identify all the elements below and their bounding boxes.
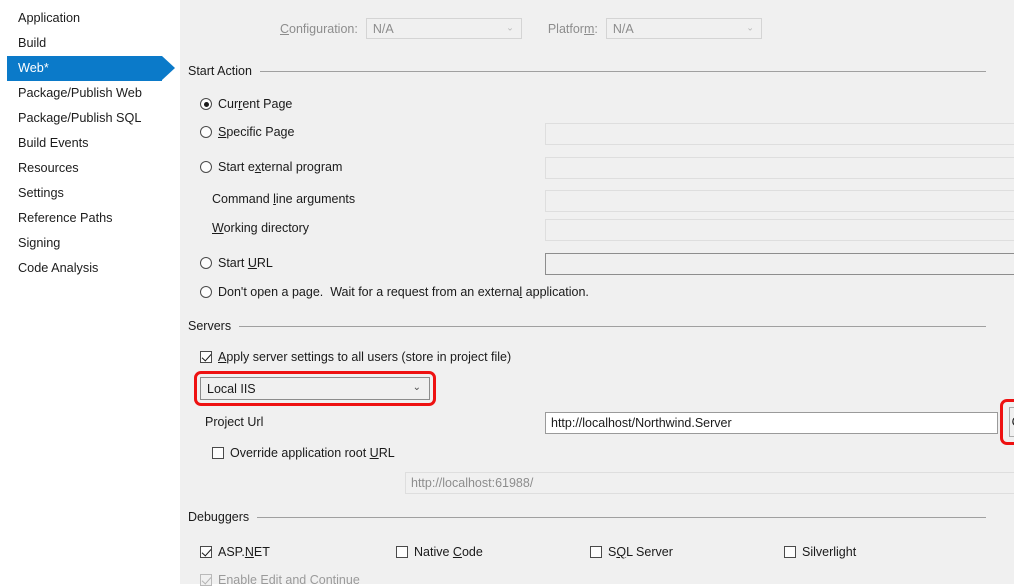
- group-divider: [257, 517, 986, 518]
- radio-dont-open-page[interactable]: Don't open a page. Wait for a request fr…: [200, 285, 589, 299]
- sidebar-item-label: Web*: [18, 61, 49, 75]
- radio-current-page[interactable]: Current Page: [200, 97, 292, 111]
- configuration-value: N/A: [373, 22, 394, 36]
- group-divider: [260, 71, 986, 72]
- sidebar-item-label: Settings: [18, 186, 64, 200]
- radio-current-page-label: Current Page: [218, 97, 292, 111]
- command-line-arguments-label: Command line arguments: [212, 192, 355, 206]
- radio-specific-page-label: Specific Page: [218, 125, 294, 139]
- sidebar-item-label: Application: [18, 11, 80, 25]
- working-directory-label: Working directory: [212, 221, 309, 235]
- sidebar-item-label: Reference Paths: [18, 211, 113, 225]
- servers-group-header: Servers: [188, 319, 986, 333]
- radio-indicator-icon: [200, 126, 212, 138]
- project-properties-window: Application Build Web* Package/Publish W…: [0, 0, 1014, 584]
- command-line-arguments-input[interactable]: [545, 190, 1014, 212]
- external-program-input[interactable]: [545, 157, 1014, 179]
- configuration-select[interactable]: N/A ⌄: [366, 18, 522, 39]
- radio-specific-page[interactable]: Specific Page: [200, 125, 294, 139]
- project-url-input[interactable]: http://localhost/Northwind.Server: [545, 412, 998, 434]
- checkbox-indicator-icon: [590, 546, 602, 558]
- checkbox-apply-server-settings[interactable]: Apply server settings to all users (stor…: [200, 350, 511, 364]
- platform-value: N/A: [613, 22, 634, 36]
- checkbox-native-code-debugger[interactable]: Native Code: [396, 545, 483, 559]
- servers-title: Servers: [188, 319, 231, 333]
- checkbox-indicator-icon: [200, 351, 212, 363]
- radio-dont-open-page-label: Don't open a page. Wait for a request fr…: [218, 285, 589, 299]
- checkbox-indicator-icon: [200, 574, 212, 586]
- platform-label: Platform:: [548, 22, 598, 36]
- category-sidebar: Application Build Web* Package/Publish W…: [0, 0, 180, 584]
- checkbox-override-root-url[interactable]: Override application root URL: [212, 446, 395, 460]
- start-action-title: Start Action: [188, 64, 252, 78]
- checkbox-aspnet-debugger[interactable]: ASP.NET: [200, 545, 270, 559]
- chevron-down-icon: ⌄: [506, 22, 514, 33]
- sidebar-item-label: Package/Publish Web: [18, 86, 142, 100]
- sidebar-item-label: Signing: [18, 236, 60, 250]
- sidebar-item-package-publish-sql[interactable]: Package/Publish SQL: [0, 106, 180, 131]
- sidebar-item-label: Code Analysis: [18, 261, 98, 275]
- start-url-input[interactable]: [545, 253, 1014, 275]
- apply-server-settings-label: Apply server settings to all users (stor…: [218, 350, 511, 364]
- sidebar-item-build[interactable]: Build: [0, 31, 180, 56]
- radio-start-external-program[interactable]: Start external program: [200, 160, 342, 174]
- specific-page-input[interactable]: [545, 123, 1014, 145]
- working-directory-row: Working directory: [212, 221, 309, 235]
- project-url-row: Project Url: [205, 415, 263, 429]
- working-directory-input[interactable]: [545, 219, 1014, 241]
- sidebar-item-label: Build: [18, 36, 46, 50]
- web-settings-panel: Configuration: N/A ⌄ Platform: N/A ⌄ Sta…: [180, 0, 1014, 584]
- sidebar-item-web[interactable]: Web*: [0, 56, 180, 81]
- chevron-down-icon: ⌄: [746, 22, 754, 33]
- sidebar-item-application[interactable]: Application: [0, 6, 180, 31]
- radio-indicator-icon: [200, 161, 212, 173]
- configuration-label: Configuration:: [280, 22, 358, 36]
- radio-start-url-label: Start URL: [218, 256, 273, 270]
- sidebar-item-package-publish-web[interactable]: Package/Publish Web: [0, 81, 180, 106]
- radio-indicator-icon: [200, 98, 212, 110]
- radio-start-external-program-label: Start external program: [218, 160, 342, 174]
- configuration-toolbar: Configuration: N/A ⌄ Platform: N/A ⌄: [280, 18, 762, 39]
- sidebar-item-label: Build Events: [18, 136, 89, 150]
- start-action-group-header: Start Action: [188, 64, 986, 78]
- radio-start-url[interactable]: Start URL: [200, 256, 273, 270]
- sidebar-item-signing[interactable]: Signing: [0, 231, 180, 256]
- checkbox-indicator-icon: [784, 546, 796, 558]
- group-divider: [239, 326, 986, 327]
- chevron-down-icon: ⌄: [413, 382, 421, 393]
- enable-edit-and-continue-label: Enable Edit and Continue: [218, 573, 360, 587]
- sidebar-item-reference-paths[interactable]: Reference Paths: [0, 206, 180, 231]
- override-root-url-label: Override application root URL: [230, 446, 395, 460]
- checkbox-indicator-icon: [200, 546, 212, 558]
- server-type-value: Local IIS: [207, 382, 256, 396]
- debuggers-title: Debuggers: [188, 510, 249, 524]
- create-virtual-directory-button[interactable]: Create Virtual Directory: [1009, 407, 1014, 437]
- radio-indicator-icon: [200, 257, 212, 269]
- project-url-label: Project Url: [205, 415, 263, 429]
- sidebar-selection-arrow-icon: [162, 56, 175, 80]
- native-code-debugger-label: Native Code: [414, 545, 483, 559]
- checkbox-sql-server-debugger[interactable]: SQL Server: [590, 545, 673, 559]
- debuggers-group-header: Debuggers: [188, 510, 986, 524]
- checkbox-indicator-icon: [396, 546, 408, 558]
- sidebar-item-code-analysis[interactable]: Code Analysis: [0, 256, 180, 281]
- checkbox-silverlight-debugger[interactable]: Silverlight: [784, 545, 856, 559]
- command-line-arguments-row: Command line arguments: [212, 192, 355, 206]
- sidebar-item-resources[interactable]: Resources: [0, 156, 180, 181]
- radio-indicator-icon: [200, 286, 212, 298]
- checkbox-enable-edit-and-continue[interactable]: Enable Edit and Continue: [200, 573, 360, 587]
- platform-select[interactable]: N/A ⌄: [606, 18, 762, 39]
- sidebar-item-label: Resources: [18, 161, 79, 175]
- server-type-select[interactable]: Local IIS ⌄: [200, 377, 430, 400]
- sql-server-debugger-label: SQL Server: [608, 545, 673, 559]
- sidebar-item-label: Package/Publish SQL: [18, 111, 141, 125]
- override-root-url-input[interactable]: http://localhost:61988/: [405, 472, 1014, 494]
- checkbox-indicator-icon: [212, 447, 224, 459]
- sidebar-item-build-events[interactable]: Build Events: [0, 131, 180, 156]
- aspnet-debugger-label: ASP.NET: [218, 545, 270, 559]
- sidebar-item-settings[interactable]: Settings: [0, 181, 180, 206]
- silverlight-debugger-label: Silverlight: [802, 545, 856, 559]
